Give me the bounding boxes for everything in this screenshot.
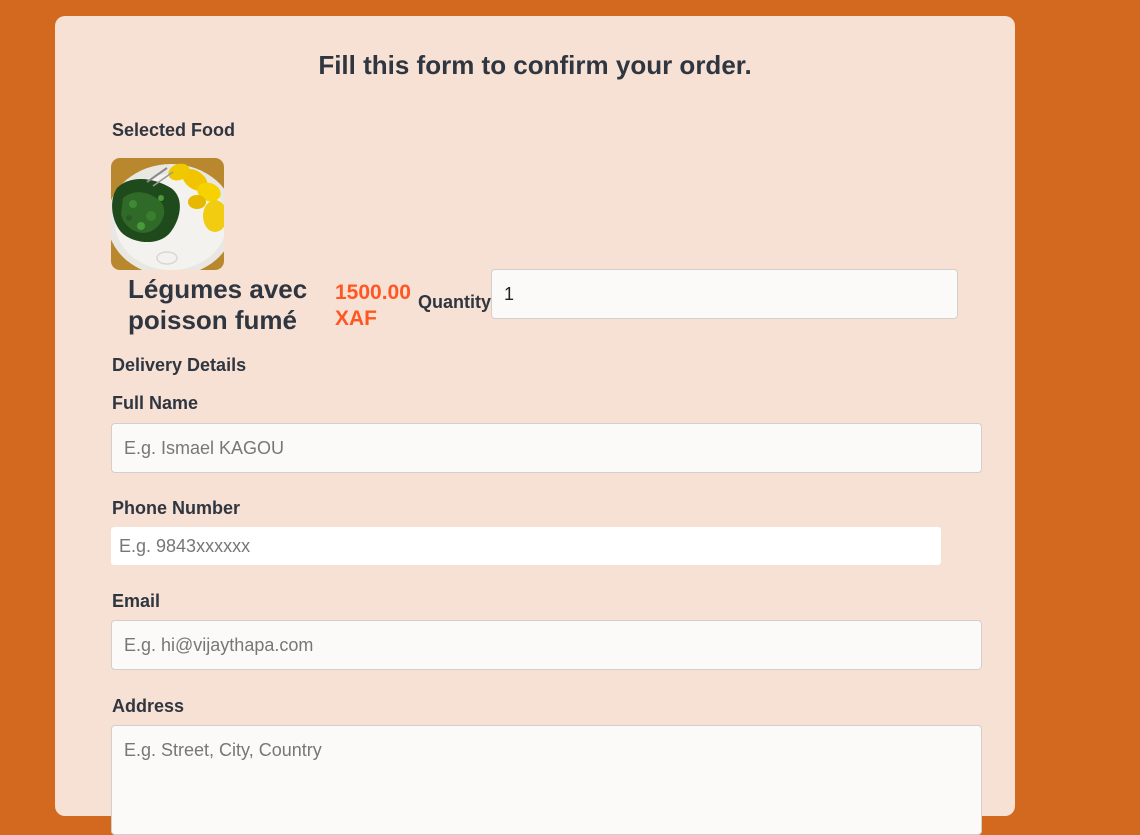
full-name-label: Full Name [112, 393, 199, 413]
phone-number-label: Phone Number [112, 498, 241, 518]
phone-number-input[interactable] [111, 527, 941, 565]
form-title: Fill this form to confirm your order. [318, 50, 752, 80]
email-input[interactable] [111, 620, 982, 670]
delivery-details-label: Delivery Details [112, 355, 247, 375]
food-name: Légumes avec poisson fumé [128, 274, 308, 335]
email-label: Email [112, 591, 161, 611]
selected-food-label: Selected Food [112, 120, 236, 140]
order-form-card: Fill this form to confirm your order. Se… [55, 16, 1015, 835]
quantity-label: Quantity [418, 292, 492, 312]
quantity-input[interactable] [491, 269, 958, 319]
address-input[interactable] [111, 725, 982, 835]
food-image [111, 158, 224, 270]
food-price: 1500.00 XAF [335, 281, 411, 330]
address-label: Address [112, 696, 185, 716]
food-photo-icon [111, 158, 224, 270]
full-name-input[interactable] [111, 423, 982, 473]
